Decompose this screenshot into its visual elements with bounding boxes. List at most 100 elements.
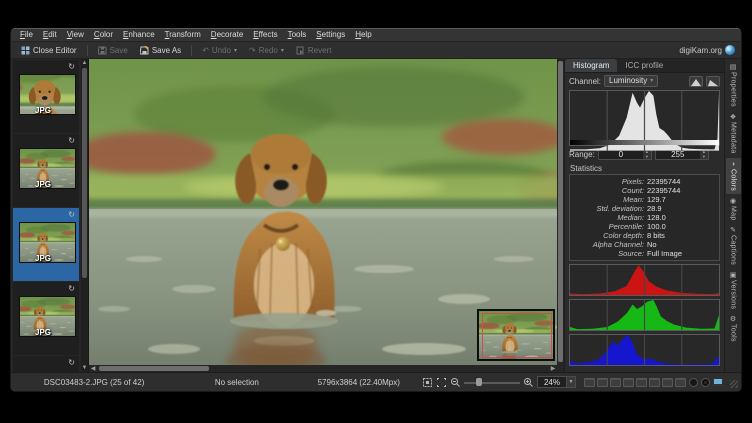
menu-edit[interactable]: Edit: [38, 29, 62, 41]
close-editor-icon: [21, 46, 30, 55]
zoom-out-button[interactable]: [450, 377, 461, 388]
version-indicator-icon: ↻: [68, 210, 75, 219]
toolbar-separator: [87, 45, 88, 56]
status-toggle-button[interactable]: [649, 378, 660, 387]
redo-dropdown-icon[interactable]: ▾: [281, 47, 284, 54]
tools-icon: ⚙: [730, 316, 736, 323]
menu-transform[interactable]: Transform: [160, 29, 206, 41]
save-button[interactable]: Save: [94, 45, 132, 56]
linear-scale-button[interactable]: [689, 76, 703, 87]
histogram-display[interactable]: [569, 90, 720, 146]
stat-row: Std. deviation:28.9: [574, 204, 715, 213]
resize-grip[interactable]: [730, 380, 738, 388]
format-badge: JPG: [35, 254, 51, 263]
save-icon: [98, 46, 107, 55]
sidebar-tab-metadata[interactable]: ❖ Metadata: [726, 111, 741, 157]
sidebar-tab-map[interactable]: ◉ Map: [726, 195, 741, 224]
stat-row: Color depth:8 bits: [574, 231, 715, 240]
color-managed-view-icon[interactable]: [713, 378, 723, 386]
spin-arrows[interactable]: ▲▼: [643, 150, 651, 159]
scroll-down-icon[interactable]: ▼: [81, 364, 88, 372]
sidebar-tab-properties[interactable]: ▤ Properties: [726, 61, 741, 110]
menu-help[interactable]: Help: [350, 29, 376, 41]
theme-button-group: [584, 378, 686, 387]
canvas-vertical-scrollbar[interactable]: [557, 59, 564, 365]
scroll-up-icon[interactable]: ▲: [81, 59, 88, 67]
menu-decorate[interactable]: Decorate: [206, 29, 248, 41]
menu-view[interactable]: View: [62, 29, 89, 41]
menu-enhance[interactable]: Enhance: [118, 29, 160, 41]
thumbnail-item[interactable]: ↻ JPG: [13, 60, 79, 133]
status-toggle-button[interactable]: [610, 378, 621, 387]
pan-navigator[interactable]: [477, 309, 555, 361]
tab-icc-profile[interactable]: ICC profile: [617, 59, 671, 72]
channel-select[interactable]: Luminosity ▾: [604, 75, 658, 87]
menu-effects[interactable]: Effects: [248, 29, 282, 41]
spin-down-icon[interactable]: ▼: [643, 155, 651, 160]
log-scale-button[interactable]: [706, 76, 720, 87]
range-label: Range:: [569, 150, 595, 159]
stat-row: Alpha Channel:No: [574, 240, 715, 249]
slider-track: [464, 382, 520, 384]
thumbnail-item[interactable]: ↻ JPG: [13, 282, 79, 355]
redo-icon: ↷: [249, 46, 256, 55]
undo-dropdown-icon[interactable]: ▾: [234, 47, 237, 54]
status-toggle-button[interactable]: [584, 378, 595, 387]
chevron-down-icon[interactable]: ▼: [567, 376, 576, 388]
save-as-button[interactable]: Save As: [136, 45, 185, 56]
close-editor-button[interactable]: Close Editor: [17, 45, 81, 56]
menu-tools[interactable]: Tools: [283, 29, 312, 41]
under-exposure-indicator-button[interactable]: [689, 378, 698, 387]
range-min-spinbox[interactable]: 0 ▲▼: [598, 149, 652, 160]
format-badge: JPG: [35, 106, 51, 115]
right-sidebar-tabs: ▤ Properties ❖ Metadata ◑ Colors ◉ Map ✎…: [724, 59, 741, 372]
status-toggle-button[interactable]: [623, 378, 634, 387]
sidebar-tab-colors[interactable]: ◑ Colors: [726, 158, 741, 194]
sidebar-tab-captions[interactable]: ✎ Captions: [726, 224, 741, 268]
menu-settings[interactable]: Settings: [311, 29, 350, 41]
fit-to-selection-button[interactable]: [436, 377, 447, 388]
tab-histogram[interactable]: Histogram: [565, 59, 617, 72]
zoom-level-combobox[interactable]: 24% ▼: [537, 376, 576, 388]
scrollbar-handle[interactable]: [99, 366, 209, 371]
stat-row: Median:128.0: [574, 213, 715, 222]
slider-handle[interactable]: [476, 378, 482, 386]
scroll-left-icon[interactable]: ◀: [89, 365, 97, 372]
navigator-view-rect[interactable]: [482, 313, 552, 358]
statistics-box: Pixels:22395744 Count:22395744 Mean:129.…: [569, 174, 720, 261]
thumbnail-item[interactable]: ↻ JPG: [13, 134, 79, 207]
thumbnail-scrollbar[interactable]: ▲ ▼: [81, 59, 88, 372]
captions-icon: ✎: [730, 227, 736, 234]
zoom-level-value[interactable]: 24%: [537, 376, 567, 388]
status-toggle-button[interactable]: [636, 378, 647, 387]
thumbnail-item[interactable]: ↻: [13, 356, 79, 372]
scrollbar-handle[interactable]: [82, 68, 87, 278]
zoom-in-button[interactable]: [523, 377, 534, 388]
scrollbar-handle[interactable]: [558, 61, 563, 362]
canvas-horizontal-scrollbar[interactable]: ◀ ▶: [89, 365, 557, 372]
scroll-right-icon[interactable]: ▶: [549, 365, 557, 372]
redo-button[interactable]: ↷ Redo ▾: [245, 45, 288, 56]
status-toggle-button[interactable]: [675, 378, 686, 387]
sidebar-tab-versions[interactable]: ▣ Versions: [726, 269, 741, 312]
status-toggle-button[interactable]: [597, 378, 608, 387]
spin-down-icon[interactable]: ▼: [700, 155, 708, 160]
range-max-spinbox[interactable]: 255 ▲▼: [655, 149, 709, 160]
chevron-down-icon: ▾: [650, 76, 653, 86]
status-dimensions: 5796x3864 (22.40Mpx): [299, 378, 418, 387]
stat-row: Count:22395744: [574, 186, 715, 195]
fit-to-window-button[interactable]: [422, 377, 433, 388]
sidebar-tab-tools[interactable]: ⚙ Tools: [726, 313, 741, 345]
status-bar: DSC03483-2.JPG (25 of 42) No selection 5…: [11, 372, 741, 391]
spin-arrows[interactable]: ▲▼: [700, 150, 708, 159]
over-exposure-indicator-button[interactable]: [701, 378, 710, 387]
image-canvas[interactable]: ◀ ▶: [89, 59, 564, 372]
menu-file[interactable]: File: [15, 29, 38, 41]
thumbnail-item-selected[interactable]: ↻ JPG: [13, 208, 79, 281]
undo-button[interactable]: ↶ Undo ▾: [198, 45, 241, 56]
revert-button[interactable]: Revert: [292, 45, 336, 56]
status-toggle-button[interactable]: [662, 378, 673, 387]
menu-color[interactable]: Color: [89, 29, 118, 41]
zoom-slider[interactable]: [464, 377, 520, 387]
blue-histogram: [570, 335, 719, 365]
